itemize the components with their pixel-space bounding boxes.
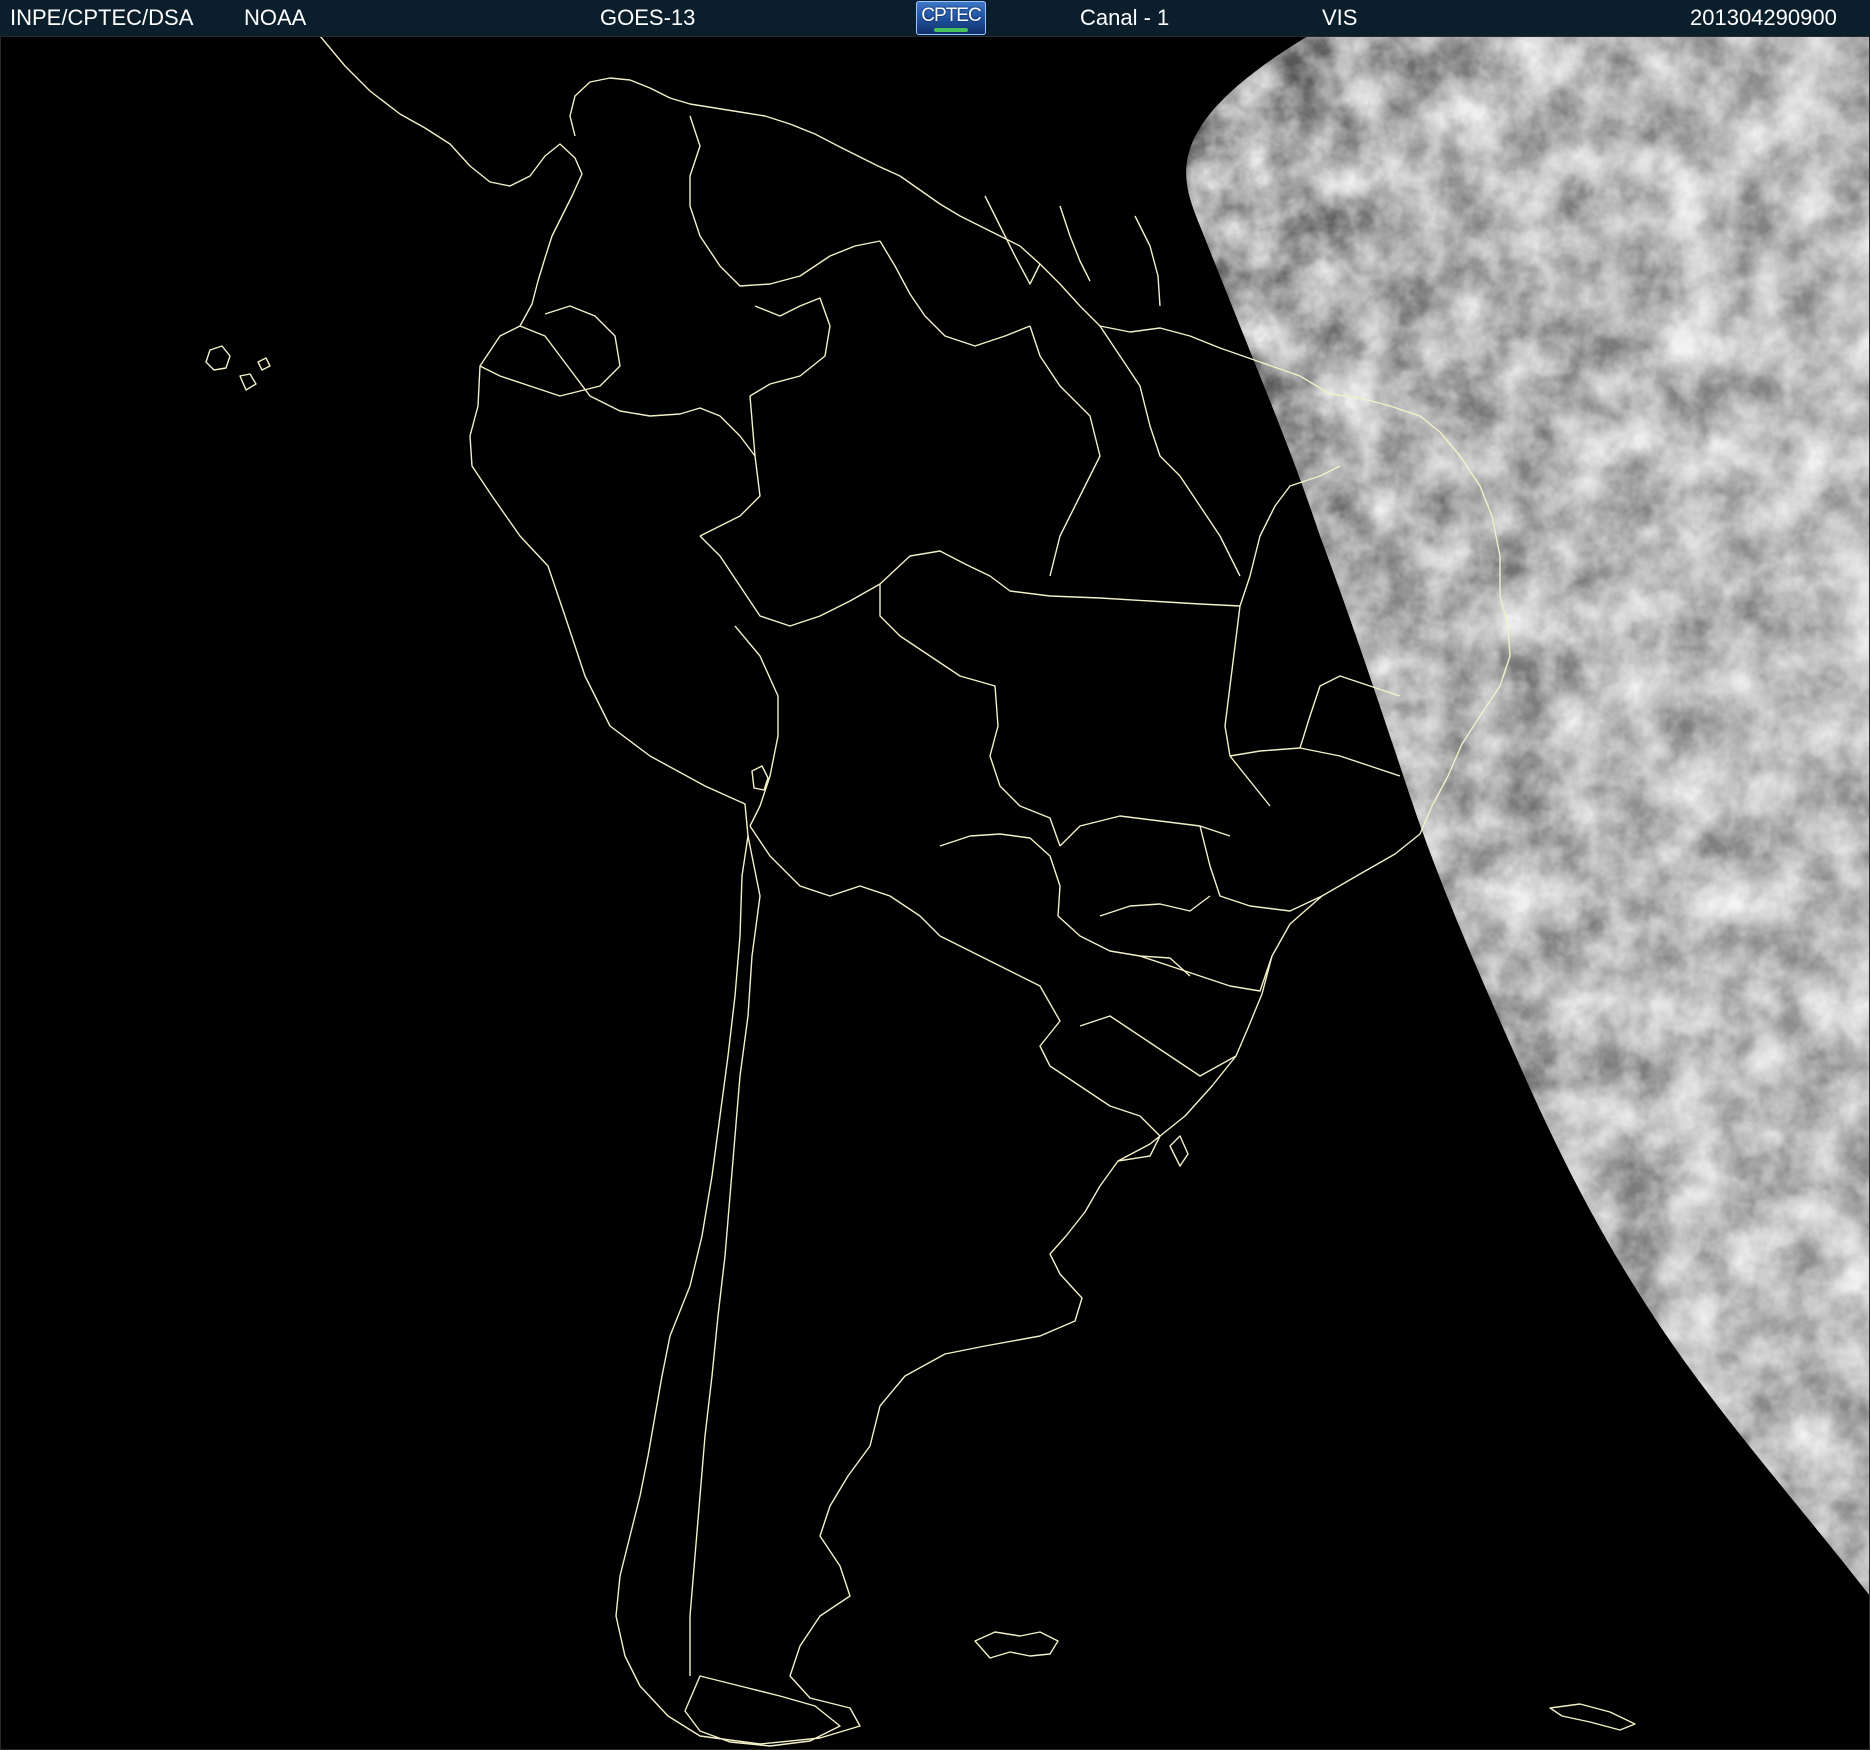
border-bolivia-brazil [879,584,1061,847]
border-guyanas [984,195,1161,307]
band-label: VIS [1322,5,1358,30]
lake-titicaca [751,765,769,791]
border-colombia-brazil [749,297,831,457]
border-bolivia-paraguay [939,833,1061,917]
border-brazil-argentina [1057,915,1191,977]
timestamp-label: 201304290900 [1690,5,1837,30]
satellite-label: GOES-13 [600,5,696,30]
satellite-map-svg [205,36,1870,1747]
south-georgia [1549,1703,1636,1731]
border-colombia-ecuador-peru [519,325,761,537]
border-colombia-venezuela [689,115,881,287]
cptec-logo-text: CPTEC [921,5,981,26]
border-ecuador-peru [479,305,621,397]
cloud-texture-fine [1186,36,1870,1596]
border-paraguay-argentina [939,935,1061,1067]
satellite-image [0,36,1870,1750]
lagoa-dos-patos [1169,1135,1189,1167]
border-chile-argentina [689,835,761,1676]
border-peru-brazil [699,535,966,627]
central-america-coast [319,36,583,327]
channel-label: Canal - 1 [1080,5,1170,30]
falkland-islands [974,1631,1059,1659]
source-label: NOAA [244,5,307,30]
logo-swoosh [934,28,968,32]
tierra-del-fuego [684,1675,841,1747]
image-header-bar: INPE/CPTEC/DSA NOAA GOES-13 CPTEC Canal … [0,0,1870,36]
galapagos-islands [205,345,271,391]
agency-label: INPE/CPTEC/DSA [10,5,194,30]
border-venezuela-brazil [879,240,1031,347]
border-peru-bolivia [734,625,779,827]
cptec-logo-icon: CPTEC [916,1,986,35]
border-chile-bolivia-argentina [749,825,941,937]
